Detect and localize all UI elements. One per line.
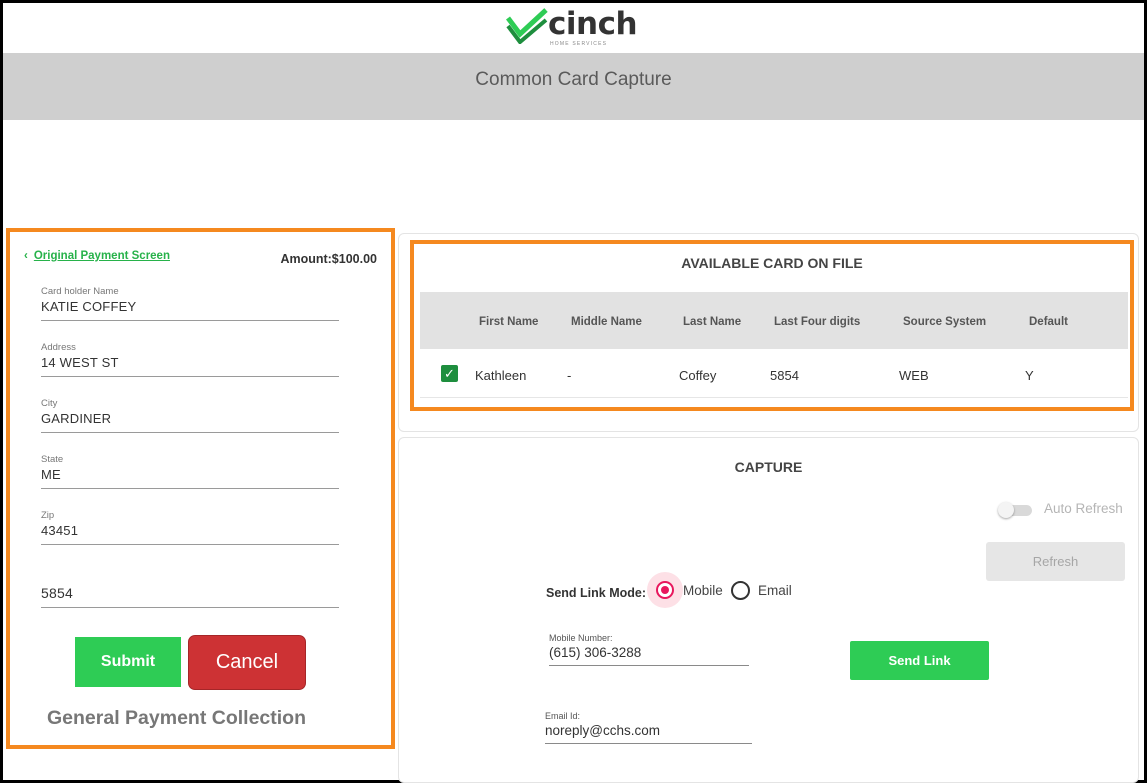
field-value: GARDINER xyxy=(41,411,112,426)
field-label xyxy=(41,572,339,585)
mobile-number-field[interactable]: Mobile Number: (615) 306-3288 xyxy=(549,633,749,666)
card-last-four-field[interactable]: 5854 xyxy=(41,572,339,608)
mobile-radio-label[interactable]: Mobile xyxy=(683,583,723,598)
column-header: First Name xyxy=(479,316,539,328)
original-payment-screen-link[interactable]: ‹ Original Payment Screen xyxy=(24,250,170,262)
column-header: Last Four digits xyxy=(774,316,861,328)
cell-last-four: 5854 xyxy=(770,368,799,383)
general-payment-collection-label: General Payment Collection xyxy=(47,707,306,729)
send-link-button[interactable]: Send Link xyxy=(850,641,989,680)
cancel-button[interactable]: Cancel xyxy=(188,635,306,690)
auto-refresh-label: Auto Refresh xyxy=(1044,501,1123,516)
chevron-left-icon: ‹ xyxy=(24,250,28,262)
field-label: State xyxy=(41,454,64,465)
cell-source-system: WEB xyxy=(899,368,929,383)
cardholder-name-field[interactable]: Card holder Name KATIE COFFEY xyxy=(41,286,339,321)
cell-first-name: Kathleen xyxy=(475,368,527,383)
payment-form-panel: ‹ Original Payment Screen Amount:$100.00 … xyxy=(6,228,395,749)
field-label: Card holder Name xyxy=(41,286,119,297)
field-label: City xyxy=(41,398,58,409)
cell-last-name: Coffey xyxy=(679,368,717,383)
field-value: KATIE COFFEY xyxy=(41,299,137,314)
email-id-field[interactable]: Email Id: noreply@cchs.com xyxy=(545,711,752,744)
city-field[interactable]: City GARDINER xyxy=(41,398,339,433)
brand-logo: cinch HOME SERVICES xyxy=(506,6,638,48)
column-header: Source System xyxy=(903,316,987,328)
checkmark-icon: ✓ xyxy=(444,366,455,381)
field-label: Zip xyxy=(41,510,55,521)
column-header: Middle Name xyxy=(571,316,642,328)
field-value: 14 WEST ST xyxy=(41,355,119,370)
field-value: ME xyxy=(41,467,61,482)
table-header: First Name Middle Name Last Name Last Fo… xyxy=(420,292,1128,349)
state-field[interactable]: State ME xyxy=(41,454,339,489)
field-label: Address xyxy=(41,342,76,353)
capture-panel: CAPTURE Auto Refresh Refresh Send Link M… xyxy=(398,437,1139,783)
amount-label: Amount:$100.00 xyxy=(280,252,377,266)
card-on-file-panel: AVAILABLE CARD ON FILE First Name Middle… xyxy=(410,240,1134,411)
page-title: Common Card Capture xyxy=(475,69,672,90)
mobile-number-label: Mobile Number: xyxy=(549,633,613,643)
mobile-number-value: (615) 306-3288 xyxy=(549,645,642,660)
column-header: Last Name xyxy=(683,316,742,328)
email-id-value: noreply@cchs.com xyxy=(545,723,660,738)
field-value: 43451 xyxy=(41,523,79,538)
brand-name: cinch xyxy=(548,6,638,42)
auto-refresh-toggle[interactable] xyxy=(998,502,1036,518)
mobile-radio[interactable] xyxy=(656,581,674,599)
send-link-mode-label: Send Link Mode: xyxy=(546,586,646,600)
cinch-check-icon xyxy=(506,8,548,44)
radio-dot xyxy=(661,586,669,594)
capture-title: CAPTURE xyxy=(734,459,803,475)
address-field[interactable]: Address 14 WEST ST xyxy=(41,342,339,377)
cell-default: Y xyxy=(1025,368,1034,383)
back-link-label: Original Payment Screen xyxy=(33,250,170,262)
toggle-knob xyxy=(998,502,1014,518)
row-divider xyxy=(420,397,1128,398)
field-value: 5854 xyxy=(41,585,73,601)
email-radio[interactable] xyxy=(731,581,750,600)
email-radio-label[interactable]: Email xyxy=(758,583,792,598)
row-select-checkbox[interactable]: ✓ xyxy=(441,365,458,382)
brand-subtitle: HOME SERVICES xyxy=(550,41,608,47)
refresh-button[interactable]: Refresh xyxy=(986,542,1125,581)
header-band: Common Card Capture xyxy=(3,53,1144,120)
email-id-label: Email Id: xyxy=(545,711,581,721)
card-on-file-title: AVAILABLE CARD ON FILE xyxy=(681,255,863,271)
cell-middle-name: - xyxy=(567,368,572,383)
submit-button[interactable]: Submit xyxy=(75,637,181,687)
column-header: Default xyxy=(1029,316,1068,328)
zip-field[interactable]: Zip 43451 xyxy=(41,510,339,545)
